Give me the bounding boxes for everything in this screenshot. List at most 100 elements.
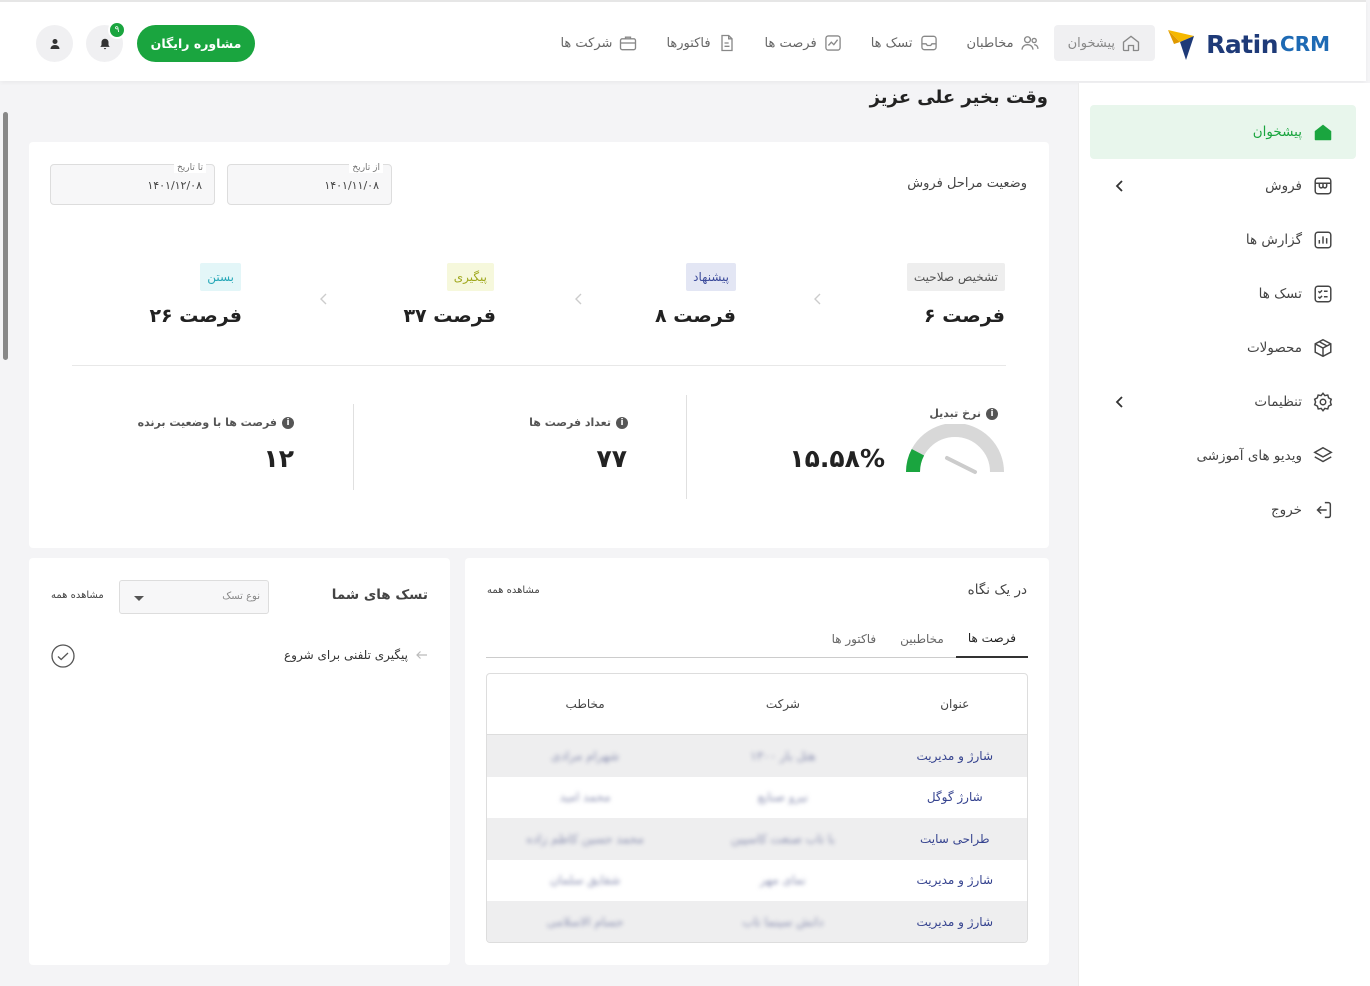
at-a-glance-card: در یک نگاه مشاهده همه فرصت ها مخاطبین فا…: [465, 558, 1049, 965]
sidebar-item-label: فروش: [1265, 178, 1302, 194]
sidebar-item-label: تسک ها: [1258, 286, 1302, 302]
sidebar-item-label: ویدیو های آموزشی: [1196, 448, 1302, 464]
logo-suffix: CRM: [1280, 32, 1330, 56]
cell-title[interactable]: طراحی سایت: [883, 832, 1027, 846]
won-opportunities-value: ۱۲: [263, 444, 294, 473]
view-all-link[interactable]: مشاهده همه: [487, 585, 540, 596]
logo-mark-icon: [1168, 30, 1195, 60]
nav-item-opportunities[interactable]: فرصت ها: [751, 25, 857, 61]
stage-tag-qualification: تشخیص صلاحیت: [906, 263, 1005, 291]
to-date-value: ۱۴۰۱/۱۲/۰۸: [147, 179, 202, 192]
cell-contact: حسام الاسلامی: [546, 914, 624, 929]
page-scrollbar[interactable]: [3, 112, 8, 360]
nav-item-label: مخاطبان: [966, 35, 1014, 51]
sidebar-item-videos[interactable]: ویدیو های آموزشی: [1090, 429, 1356, 483]
cell-contact: شقایق سلمان: [549, 873, 621, 888]
cell-title[interactable]: شارژ و مدیریت: [883, 915, 1027, 929]
invoice-icon: [720, 34, 733, 52]
cell-title[interactable]: شارژ گوگل: [883, 790, 1027, 804]
to-date-field[interactable]: تا تاریخ ۱۴۰۱/۱۲/۰۸: [50, 163, 215, 205]
top-bar: Ratin CRM پیشخوان مخاطبان تسک ها فرصت ها…: [0, 0, 1366, 81]
to-date-label: تا تاریخ: [173, 163, 206, 173]
divider: [353, 404, 354, 490]
sidebar-item-label: محصولات: [1246, 340, 1302, 356]
nav-item-tasks[interactable]: تسک ها: [857, 25, 953, 61]
glance-table: عنوان شرکت مخاطب شارژ و مدیریت هتل بار ۱…: [486, 673, 1028, 943]
logo[interactable]: Ratin CRM: [1164, 26, 1330, 62]
nav-item-companies[interactable]: شرکت ها: [546, 25, 652, 61]
view-all-link[interactable]: مشاهده همه: [51, 590, 104, 601]
video-icon: [1313, 446, 1333, 463]
task-label: پیگیری تلفنی برای شروع: [284, 648, 408, 662]
check-circle-icon[interactable]: [51, 644, 75, 668]
from-date-value: ۱۴۰۱/۱۱/۰۸: [324, 179, 379, 192]
task-type-select[interactable]: نوع تسک: [119, 580, 269, 614]
info-icon[interactable]: i: [616, 416, 628, 429]
column-header-title[interactable]: عنوان: [883, 697, 1027, 711]
sidebar-item-settings[interactable]: تنظیمات: [1090, 375, 1356, 429]
cell-contact: محمد امید: [559, 790, 611, 805]
column-header-company[interactable]: شرکت: [683, 697, 882, 711]
stage-count-qualification: ۶ فرصت: [924, 305, 1005, 327]
sidebar-item-dashboard[interactable]: پیشخوان: [1090, 105, 1356, 159]
column-header-contact[interactable]: مخاطب: [487, 697, 683, 711]
info-icon[interactable]: i: [986, 407, 998, 420]
caret-down-icon: [134, 596, 144, 601]
tab-opportunities[interactable]: فرصت ها: [955, 620, 1028, 658]
table-row[interactable]: شارژ و مدیریت هتل بار ۱۳۰۰ شهرام مرادی: [487, 735, 1027, 777]
notification-badge: ۹: [108, 21, 126, 39]
table-row[interactable]: شارژ و مدیریت نمای مهر شقایق سلمان: [487, 860, 1027, 902]
arrow-left-icon: [416, 651, 427, 659]
home-icon: [1122, 35, 1140, 52]
cell-title[interactable]: شارژ و مدیریت: [883, 749, 1027, 763]
table-row[interactable]: طراحی سایت با تاب صنعت کاسپین محمد حسین …: [487, 818, 1027, 860]
gauge-needle: [945, 456, 977, 474]
box-icon: [1314, 338, 1332, 358]
user-menu-button[interactable]: [36, 25, 73, 62]
briefcase-icon: [620, 36, 637, 51]
table-row[interactable]: شارژ گوگل نیرو صنایع محمد امید: [487, 777, 1027, 819]
tab-invoices[interactable]: فاکتور ها: [820, 620, 889, 658]
nav-item-invoices[interactable]: فاکتورها: [652, 25, 750, 61]
glance-tabs: فرصت ها مخاطبین فاکتور ها: [486, 620, 1028, 658]
info-icon[interactable]: i: [282, 416, 294, 429]
chevron-left-icon: [1115, 180, 1123, 192]
sidebar-item-tasks[interactable]: تسک ها: [1090, 267, 1356, 321]
table-header: عنوان شرکت مخاطب: [487, 674, 1027, 735]
nav-item-label: فاکتورها: [666, 35, 711, 51]
sidebar-item-label: پیشخوان: [1252, 124, 1302, 140]
logout-icon: [1316, 501, 1332, 519]
nav-item-label: فرصت ها: [764, 35, 817, 51]
from-date-field[interactable]: از تاریخ ۱۴۰۱/۱۱/۰۸: [227, 163, 392, 205]
won-opportunities-label-text: فرصت ها با وضعیت برنده: [137, 416, 277, 429]
your-tasks-title: تسک های شما: [331, 587, 428, 603]
nav-item-dashboard[interactable]: پیشخوان: [1053, 25, 1155, 61]
sidebar: پیشخوان فروش گزارش ها تسک ها محصولات تنظ…: [1078, 83, 1370, 986]
cell-title[interactable]: شارژ و مدیریت: [883, 873, 1027, 887]
sales-stages-card: وضعیت مراحل فروش از تاریخ ۱۴۰۱/۱۱/۰۸ تا …: [29, 142, 1049, 548]
table-row[interactable]: شارژ و مدیریت دانش سینما تاب حسام الاسلا…: [487, 901, 1027, 942]
free-consult-button[interactable]: مشاوره رایگان: [137, 25, 255, 62]
gauge-track: [906, 424, 1004, 473]
divider: [686, 395, 687, 499]
chevron-left-icon: [1115, 396, 1123, 408]
sidebar-item-sales[interactable]: فروش: [1090, 159, 1356, 213]
sidebar-item-products[interactable]: محصولات: [1090, 321, 1356, 375]
chevron-left-icon: [814, 293, 821, 305]
nav-item-contacts[interactable]: مخاطبان: [953, 25, 1054, 61]
chevron-left-icon: [320, 293, 327, 305]
cell-contact: محمد حسین کاظم زاده: [526, 831, 644, 846]
sidebar-item-reports[interactable]: گزارش ها: [1090, 213, 1356, 267]
sidebar-item-logout[interactable]: خروج: [1090, 483, 1356, 537]
sidebar-item-label: خروج: [1270, 502, 1302, 518]
stage-count-close: ۲۶ فرصت: [149, 305, 242, 327]
cell-company: دانش سینما تاب: [742, 914, 824, 929]
conversion-gauge: [906, 424, 1004, 474]
won-opportunities-label: i فرصت ها با وضعیت برنده: [138, 416, 294, 429]
stage-count-proposal: ۸ فرصت: [655, 305, 736, 327]
nav-item-label: تسک ها: [870, 35, 913, 51]
stage-tag-followup: پیگیری: [446, 263, 494, 291]
tab-contacts[interactable]: مخاطبین: [888, 620, 956, 658]
gear-icon: [1313, 392, 1333, 412]
task-item[interactable]: پیگیری تلفنی برای شروع: [284, 648, 428, 662]
